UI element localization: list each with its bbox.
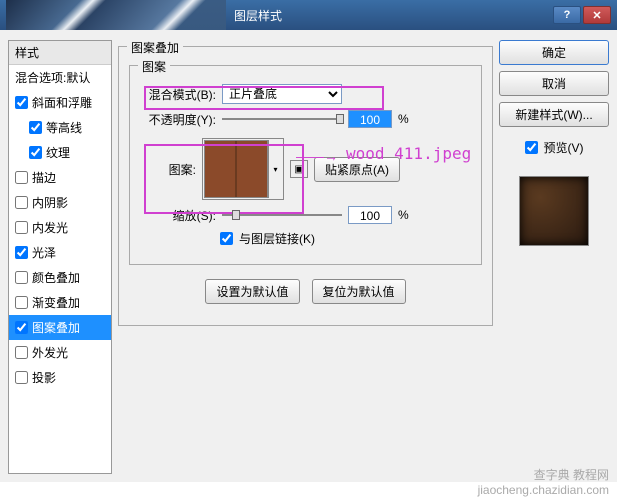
titlebar-art	[6, 0, 226, 30]
link-label: 与图层链接(K)	[239, 230, 315, 247]
opacity-label: 不透明度(Y):	[140, 111, 216, 128]
blend-mode-label: 混合模式(B):	[140, 86, 216, 103]
opacity-pct: %	[398, 112, 409, 126]
set-default-button[interactable]: 设置为默认值	[205, 279, 299, 304]
style-item-6[interactable]: 光泽	[9, 240, 111, 265]
style-item-2[interactable]: 纹理	[9, 140, 111, 165]
style-checkbox[interactable]	[15, 221, 28, 234]
preview-checkbox[interactable]	[525, 141, 538, 154]
blend-options-item[interactable]: 混合选项:默认	[9, 65, 111, 90]
style-label: 投影	[32, 369, 56, 386]
annotation-text: wood 411.jpeg	[346, 144, 471, 163]
help-button[interactable]: ?	[553, 6, 581, 24]
style-label: 颜色叠加	[32, 269, 80, 286]
watermark-line1: 查字典 教程网	[478, 468, 609, 484]
style-label: 内发光	[32, 219, 68, 236]
right-panel: 确定 取消 新建样式(W)... 预览(V)	[499, 40, 609, 474]
slider-thumb[interactable]	[232, 210, 240, 220]
style-checkbox[interactable]	[15, 321, 28, 334]
group-title: 图案叠加	[127, 39, 183, 56]
style-checkbox[interactable]	[15, 271, 28, 284]
style-label: 描边	[32, 169, 56, 186]
pattern-swatch	[204, 140, 268, 198]
style-item-4[interactable]: 内阴影	[9, 190, 111, 215]
style-label: 渐变叠加	[32, 294, 80, 311]
blend-mode-select[interactable]: 正片叠底	[222, 84, 342, 104]
style-checkbox[interactable]	[15, 371, 28, 384]
preview-row: 预览(V)	[499, 139, 609, 156]
style-label: 纹理	[46, 144, 70, 161]
scale-value[interactable]: 100	[348, 206, 392, 224]
dialog-body: 样式 混合选项:默认 斜面和浮雕等高线纹理描边内阴影内发光光泽颜色叠加渐变叠加图…	[0, 30, 617, 482]
link-row: 与图层链接(K)	[140, 230, 471, 247]
watermark: 查字典 教程网 jiaocheng.chazidian.com	[478, 468, 609, 499]
close-button[interactable]: ✕	[583, 6, 611, 24]
styles-header: 样式	[9, 41, 111, 65]
style-label: 斜面和浮雕	[32, 94, 92, 111]
style-label: 图案叠加	[32, 319, 80, 336]
style-item-7[interactable]: 颜色叠加	[9, 265, 111, 290]
style-checkbox[interactable]	[15, 171, 28, 184]
window-title: 图层样式	[226, 7, 553, 24]
scale-slider[interactable]	[222, 214, 342, 216]
style-checkbox[interactable]	[15, 346, 28, 359]
opacity-value[interactable]: 100	[348, 110, 392, 128]
style-label: 外发光	[32, 344, 68, 361]
preview-swatch	[519, 176, 589, 246]
style-checkbox[interactable]	[15, 246, 28, 259]
opacity-row: 不透明度(Y): 100 %	[140, 110, 471, 128]
style-item-10[interactable]: 外发光	[9, 340, 111, 365]
cancel-button[interactable]: 取消	[499, 71, 609, 96]
style-item-5[interactable]: 内发光	[9, 215, 111, 240]
link-checkbox[interactable]	[220, 232, 233, 245]
style-label: 光泽	[32, 244, 56, 261]
window-controls: ? ✕	[553, 6, 611, 24]
pattern-inner-group: 图案 混合模式(B): 正片叠底 不透明度(Y): 100 %	[129, 65, 482, 265]
chevron-down-icon[interactable]: ▾	[268, 140, 282, 198]
blend-mode-row: 混合模式(B): 正片叠底	[140, 84, 471, 104]
preview-label: 预览(V)	[544, 139, 584, 156]
style-item-0[interactable]: 斜面和浮雕	[9, 90, 111, 115]
style-checkbox[interactable]	[29, 121, 42, 134]
style-checkbox[interactable]	[15, 196, 28, 209]
annotation-arrow: ——→	[296, 148, 338, 164]
style-item-8[interactable]: 渐变叠加	[9, 290, 111, 315]
center-panel: 图案叠加 图案 混合模式(B): 正片叠底 不透明度(Y): 100 %	[118, 40, 493, 474]
watermark-line2: jiaocheng.chazidian.com	[478, 483, 609, 499]
style-item-9[interactable]: 图案叠加	[9, 315, 111, 340]
scale-row: 缩放(S): 100 %	[140, 206, 471, 224]
scale-label: 缩放(S):	[140, 207, 216, 224]
pattern-picker[interactable]: ▾	[202, 138, 284, 200]
ok-button[interactable]: 确定	[499, 40, 609, 65]
style-label: 内阴影	[32, 194, 68, 211]
style-item-3[interactable]: 描边	[9, 165, 111, 190]
style-checkbox[interactable]	[29, 146, 42, 159]
style-checkbox[interactable]	[15, 296, 28, 309]
style-item-1[interactable]: 等高线	[9, 115, 111, 140]
style-item-11[interactable]: 投影	[9, 365, 111, 390]
style-checkbox[interactable]	[15, 96, 28, 109]
pattern-overlay-group: 图案叠加 图案 混合模式(B): 正片叠底 不透明度(Y): 100 %	[118, 46, 493, 326]
blend-options-label: 混合选项:默认	[15, 69, 90, 86]
new-style-button[interactable]: 新建样式(W)...	[499, 102, 609, 127]
style-label: 等高线	[46, 119, 82, 136]
titlebar: 图层样式 ? ✕	[0, 0, 617, 30]
opacity-slider[interactable]	[222, 118, 342, 120]
reset-default-button[interactable]: 复位为默认值	[312, 279, 406, 304]
default-buttons-row: 设置为默认值 复位为默认值	[129, 279, 482, 304]
pattern-label: 图案:	[140, 161, 196, 178]
slider-thumb[interactable]	[336, 114, 344, 124]
inner-group-title: 图案	[138, 58, 170, 75]
styles-panel: 样式 混合选项:默认 斜面和浮雕等高线纹理描边内阴影内发光光泽颜色叠加渐变叠加图…	[8, 40, 112, 474]
scale-pct: %	[398, 208, 409, 222]
